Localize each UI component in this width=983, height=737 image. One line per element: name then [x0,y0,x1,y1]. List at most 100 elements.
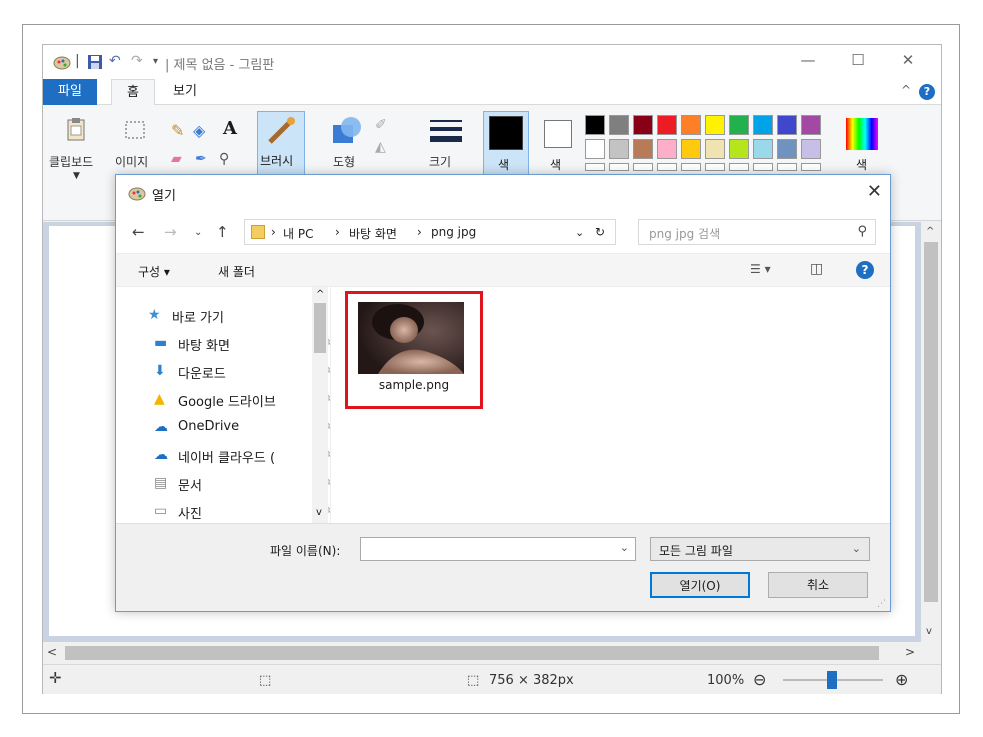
dialog-close-icon[interactable]: ✕ [867,181,882,202]
collapse-ribbon-icon[interactable]: ^ [901,83,911,97]
address-dropdown-icon[interactable]: ⌄ [575,226,584,239]
palette-custom-swatch[interactable] [705,163,725,171]
palette-custom-swatch[interactable] [681,163,701,171]
nav-scroll-up-icon[interactable]: ^ [316,289,324,300]
palette-color-swatch[interactable] [729,115,749,135]
new-folder-button[interactable]: 새 폴더 [218,263,255,280]
cancel-button[interactable]: 취소 [768,572,868,598]
palette-color-swatch[interactable] [801,139,821,159]
zoom-in-icon[interactable]: ⊕ [895,670,908,689]
up-icon[interactable]: ↑ [216,223,229,241]
horizontal-scroll-thumb[interactable] [65,646,879,660]
palette-custom-swatch[interactable] [633,163,653,171]
fill-shape-icon[interactable]: ◭ [375,139,386,155]
organize-button[interactable]: 구성 ▾ [138,263,170,280]
palette-custom-swatch[interactable] [609,163,629,171]
palette-custom-swatch[interactable] [657,163,677,171]
palette-custom-swatch[interactable] [585,163,605,171]
magnifier-icon[interactable]: ⚲ [219,151,229,167]
palette-color-swatch[interactable] [657,139,677,159]
select-button[interactable] [119,115,149,145]
nav-scroll-down-icon[interactable]: v [316,507,322,518]
close-button[interactable]: ✕ [893,51,923,73]
palette-color-swatch[interactable] [753,139,773,159]
scroll-right-icon[interactable]: > [905,645,915,659]
palette-custom-swatch[interactable] [801,163,821,171]
back-icon[interactable]: ← [132,223,145,241]
clipboard-button[interactable] [61,115,91,145]
nav-item[interactable]: ▤ 문서 ✎ [148,471,333,497]
palette-color-swatch[interactable] [681,115,701,135]
palette-color-swatch[interactable] [777,139,797,159]
color2-button[interactable]: 색 [537,111,581,175]
preview-pane-icon[interactable]: ◫ [810,261,823,277]
minimize-button[interactable]: — [793,51,823,73]
nav-item[interactable]: ▭ 사진 ✎ [148,499,333,525]
nav-item[interactable]: ⬇ 다운로드 ✎ [148,359,333,385]
scroll-left-icon[interactable]: < [47,645,57,659]
nav-item[interactable]: ▲ Google 드라이브 ✎ [148,387,333,413]
recent-locations-icon[interactable]: ⌄ [194,227,202,238]
zoom-slider-thumb[interactable] [827,671,837,689]
maximize-button[interactable]: ☐ [843,51,873,73]
filename-dropdown-icon[interactable]: ⌄ [620,541,629,554]
forward-icon[interactable]: → [164,223,177,241]
tab-file[interactable]: 파일 [43,79,97,105]
palette-color-swatch[interactable] [681,139,701,159]
customize-icon[interactable]: ▾ [153,56,158,67]
color-picker-icon[interactable]: ✒ [195,151,207,167]
scroll-up-icon[interactable]: ^ [926,226,934,237]
open-button[interactable]: 열기(O) [650,572,750,598]
scroll-down-icon[interactable]: v [926,626,932,637]
palette-color-swatch[interactable] [609,139,629,159]
horizontal-scrollbar[interactable]: < > [43,642,941,664]
palette-custom-swatch[interactable] [729,163,749,171]
shapes-icon[interactable] [329,113,365,149]
edit-colors-button[interactable]: 색 [841,111,881,175]
address-bar[interactable]: › 내 PC › 바탕 화면 › png jpg ⌄ ↻ [244,219,616,245]
file-type-filter[interactable]: 모든 그림 파일 ⌄ [650,537,870,561]
palette-color-swatch[interactable] [657,115,677,135]
palette-color-swatch[interactable] [729,139,749,159]
palette-color-swatch[interactable] [585,115,605,135]
brush-button[interactable]: 브러시 [257,111,305,175]
vertical-scrollbar[interactable]: ^ v [921,222,941,642]
eraser-icon[interactable]: ▰ [171,151,182,167]
palette-color-swatch[interactable] [705,139,725,159]
pencil-icon[interactable]: ✎ [171,121,184,140]
navigation-pane-scrollbar[interactable]: ^ v [312,287,328,523]
redo-icon[interactable]: ↷ [131,53,143,69]
resize-grip-icon[interactable]: ⋰ [877,599,886,609]
search-box[interactable]: png jpg 검색 ⚲ [638,219,876,245]
search-icon[interactable]: ⚲ [857,224,867,239]
file-item-sample[interactable]: sample.png [345,291,483,409]
view-options-icon[interactable]: ☰ ▾ [750,262,771,276]
palette-custom-swatch[interactable] [777,163,797,171]
breadcrumb-folder[interactable]: png jpg [431,225,476,239]
nav-item[interactable]: ☁ OneDrive ✎ [148,415,333,441]
save-icon[interactable] [87,54,103,70]
zoom-out-icon[interactable]: ⊖ [753,670,766,689]
palette-color-swatch[interactable] [633,139,653,159]
refresh-icon[interactable]: ↻ [595,225,605,239]
filename-input[interactable]: ⌄ [360,537,636,561]
tab-view[interactable]: 보기 [163,79,207,105]
nav-item[interactable]: ☁ 네이버 클라우드 (✎ [148,443,333,469]
size-button[interactable] [425,115,465,149]
fill-icon[interactable]: ◈ [193,121,205,140]
undo-icon[interactable]: ↶ [109,53,121,69]
text-icon[interactable]: A [223,118,237,139]
palette-color-swatch[interactable] [633,115,653,135]
color1-button[interactable]: 색 [483,111,529,175]
breadcrumb-desktop[interactable]: 바탕 화면 [349,225,397,242]
help-icon[interactable]: ? [919,84,935,100]
palette-color-swatch[interactable] [585,139,605,159]
dialog-help-icon[interactable]: ? [856,261,874,279]
tab-home[interactable]: 홈 [111,79,155,105]
palette-color-swatch[interactable] [753,115,773,135]
palette-color-swatch[interactable] [609,115,629,135]
palette-color-swatch[interactable] [801,115,821,135]
palette-custom-swatch[interactable] [753,163,773,171]
outline-icon[interactable]: ✐ [375,117,387,133]
vertical-scroll-thumb[interactable] [924,242,938,602]
